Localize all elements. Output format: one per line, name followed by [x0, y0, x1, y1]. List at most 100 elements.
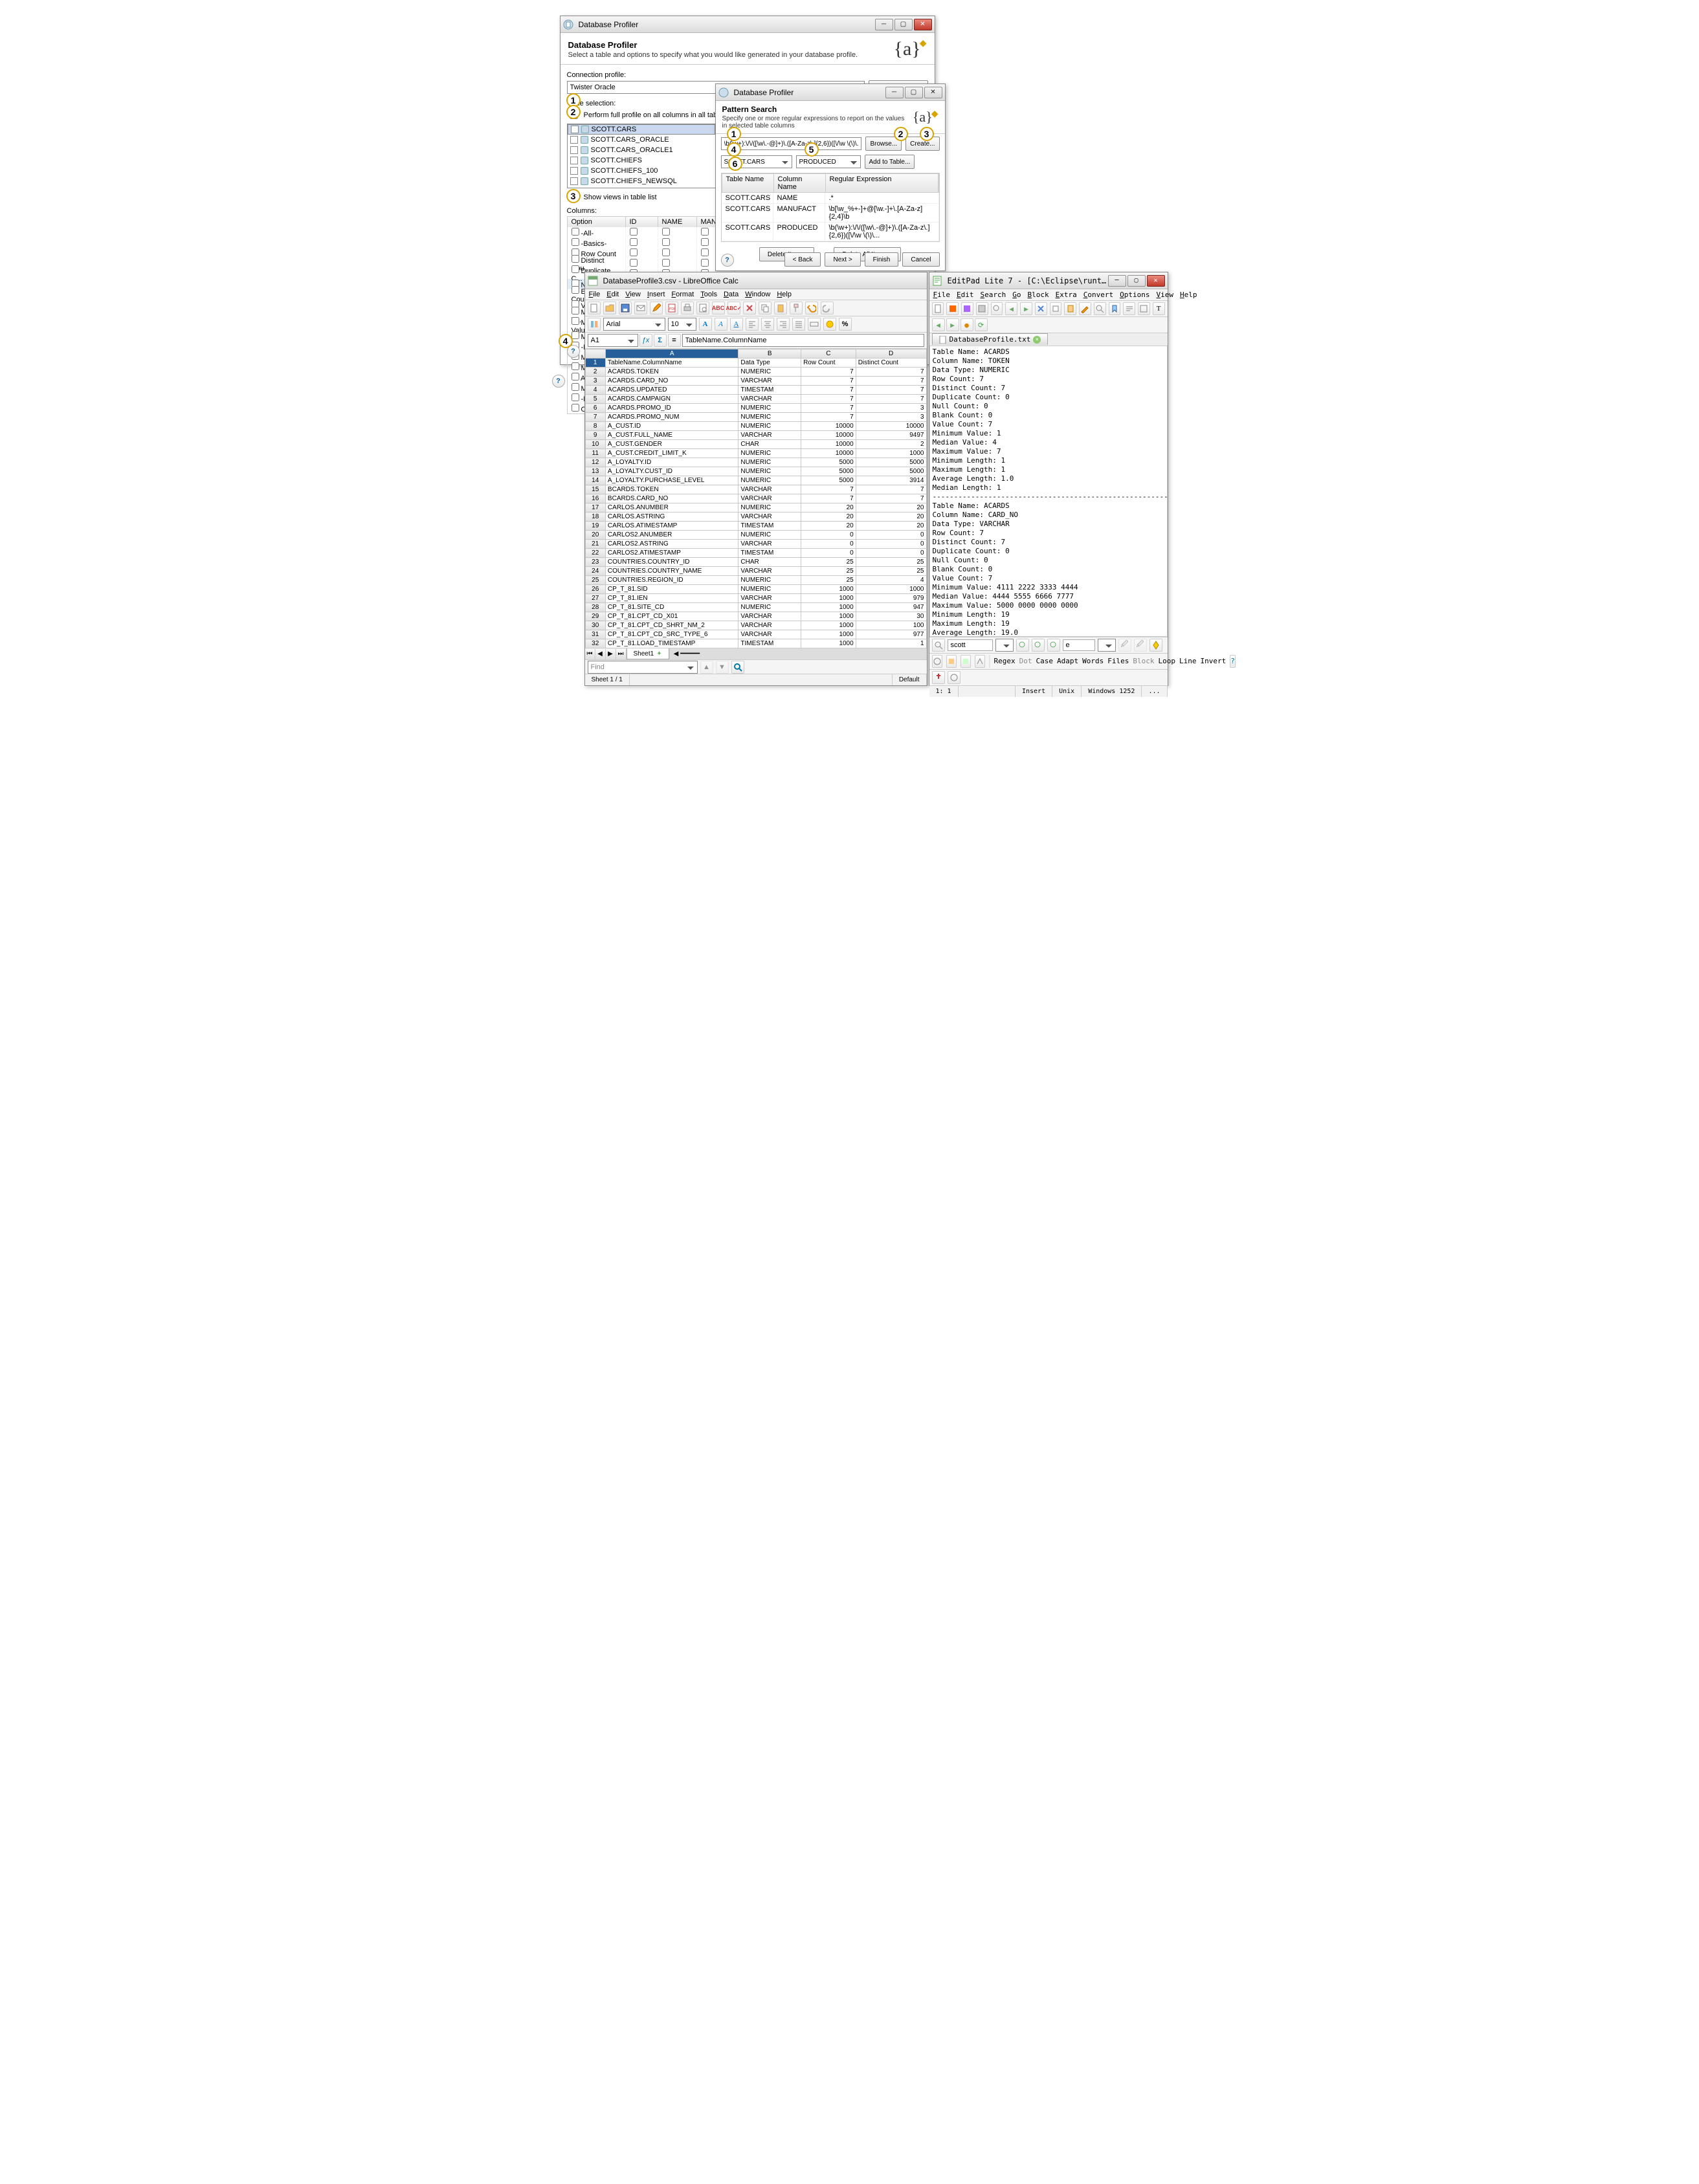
next-button[interactable]: Next >	[825, 252, 860, 267]
option-row[interactable]: -All-	[568, 227, 735, 237]
find-input[interactable]: Find	[588, 661, 698, 674]
saveall-icon[interactable]	[976, 302, 988, 315]
cell-ref[interactable]: A1	[588, 334, 638, 347]
find-prev-icon[interactable]: ▲	[700, 661, 713, 674]
font-select[interactable]: Arial	[603, 318, 665, 331]
file-tab[interactable]: DatabaseProfile.txt ×	[932, 333, 1049, 345]
undo-icon[interactable]	[805, 302, 818, 314]
print-icon[interactable]	[681, 302, 694, 314]
styles-icon[interactable]	[588, 318, 601, 331]
menu-view[interactable]: View	[625, 291, 641, 298]
back-button[interactable]: < Back	[784, 252, 821, 267]
replace-history[interactable]	[1098, 639, 1116, 652]
italic-icon[interactable]: A	[715, 318, 727, 331]
menu-insert[interactable]: Insert	[647, 291, 665, 298]
help-icon-outer[interactable]: ?	[552, 375, 565, 388]
line-toggle[interactable]: Line	[1179, 657, 1197, 665]
find-input[interactable]	[948, 639, 993, 651]
align-center-icon[interactable]	[761, 318, 774, 331]
menu-help[interactable]: Help	[777, 291, 792, 298]
adapt-toggle[interactable]: Adapt	[1057, 657, 1078, 665]
nav-home-icon[interactable]: ●	[961, 318, 973, 331]
option-row[interactable]: -Basics-	[568, 237, 735, 248]
regex-input[interactable]	[721, 137, 862, 150]
new-icon[interactable]	[932, 302, 944, 315]
menu-tools[interactable]: Tools	[700, 291, 717, 298]
paste-icon[interactable]	[774, 302, 787, 314]
menu-block[interactable]: Block	[1028, 291, 1049, 299]
pattern-row[interactable]: SCOTT.CARSNAME.*	[722, 193, 939, 204]
close-button[interactable]: ✕	[924, 87, 942, 98]
font-icon[interactable]: T	[1153, 302, 1165, 315]
case-toggle[interactable]: Case	[1036, 657, 1054, 665]
highlight-icon[interactable]	[1149, 639, 1162, 652]
find-prev-icon[interactable]	[1032, 639, 1045, 652]
menu-help[interactable]: Help	[1180, 291, 1197, 299]
minimize-button[interactable]: ─	[885, 87, 904, 98]
close-button[interactable]: ✕	[914, 19, 932, 30]
print-icon[interactable]	[991, 302, 1003, 315]
menu-format[interactable]: Format	[671, 291, 694, 298]
table-item[interactable]: SCOTT.CHIEFS	[568, 155, 715, 166]
add-to-table-button[interactable]: Add to Table...	[865, 155, 915, 169]
align-justify-icon[interactable]	[792, 318, 805, 331]
format-paint-icon[interactable]	[790, 302, 803, 314]
bookmark-icon[interactable]	[1109, 302, 1121, 315]
first-sheet-icon[interactable]: ⏮	[585, 649, 595, 659]
menu-file[interactable]: File	[589, 291, 601, 298]
align-left-icon[interactable]	[746, 318, 759, 331]
pdf-icon[interactable]: PDF	[665, 302, 678, 314]
menu-data[interactable]: Data	[724, 291, 738, 298]
abc-icon[interactable]: ABC✓	[727, 302, 740, 314]
menu-bar[interactable]: File Edit View Insert Format Tools Data …	[585, 289, 927, 300]
replace-input[interactable]	[1063, 639, 1095, 651]
open-icon[interactable]	[603, 302, 616, 314]
menu-edit[interactable]: Edit	[606, 291, 619, 298]
sheet-tab[interactable]: Sheet1 ✦	[627, 648, 669, 659]
words-toggle[interactable]: Words	[1082, 657, 1104, 665]
nav-refresh-icon[interactable]: ⟳	[975, 318, 988, 331]
copy-icon[interactable]	[1050, 302, 1062, 315]
email-icon[interactable]	[634, 302, 647, 314]
table-item[interactable]: SCOTT.CARS_ORACLE	[568, 135, 715, 145]
merge-icon[interactable]	[808, 318, 821, 331]
maximize-button[interactable]: ▢	[894, 19, 913, 30]
files-toggle[interactable]: Files	[1107, 657, 1129, 665]
x3-icon[interactable]	[961, 655, 971, 668]
linenum-icon[interactable]	[1138, 302, 1150, 315]
invert-toggle[interactable]: Invert	[1201, 657, 1227, 665]
replace-all-icon[interactable]: 🖉	[1134, 639, 1147, 652]
spreadsheet[interactable]: ABCD1TableName.ColumnNameData TypeRow Co…	[585, 349, 927, 648]
edit-icon[interactable]	[1079, 302, 1091, 315]
tab-close-icon[interactable]: ×	[1033, 336, 1041, 344]
menu-extra[interactable]: Extra	[1056, 291, 1077, 299]
loop-toggle[interactable]: Loop	[1159, 657, 1176, 665]
table-item[interactable]: SCOTT.CARS	[568, 124, 715, 135]
replace-icon[interactable]: 🖉	[1118, 639, 1131, 652]
pattern-row[interactable]: SCOTT.CARSPRODUCED\b(\w+):\/\/([\w\.-@]+…	[722, 223, 939, 241]
x5-icon[interactable]	[989, 655, 990, 668]
regex-help-icon[interactable]: ?	[1230, 655, 1236, 668]
nav-fwd-icon[interactable]: ▶	[946, 318, 959, 331]
menu-convert[interactable]: Convert	[1083, 291, 1113, 299]
column-select[interactable]: PRODUCED	[796, 155, 861, 168]
menu-view[interactable]: View	[1157, 291, 1174, 299]
table-item[interactable]: SCOTT.CHIEFS_NEWSQL	[568, 176, 715, 186]
edit-icon[interactable]	[650, 302, 663, 314]
find-history[interactable]	[995, 639, 1014, 652]
maximize-button[interactable]: ▢	[1127, 275, 1146, 287]
fwd-icon[interactable]: ▶	[1020, 302, 1032, 315]
close-button[interactable]: ✕	[1147, 275, 1165, 287]
dot-toggle[interactable]: Dot	[1019, 657, 1032, 665]
finish-button[interactable]: Finish	[865, 252, 899, 267]
x1-icon[interactable]	[932, 655, 942, 668]
minimize-button[interactable]: ─	[1108, 275, 1126, 287]
wrap-icon[interactable]	[1123, 302, 1135, 315]
preview-icon[interactable]	[696, 302, 709, 314]
menu-go[interactable]: Go	[1012, 291, 1021, 299]
spell-icon[interactable]: ABC	[712, 302, 725, 314]
x4-icon[interactable]	[975, 655, 985, 668]
table-item[interactable]: SCOTT.CARS_ORACLE1	[568, 145, 715, 155]
prev-sheet-icon[interactable]: ◀	[595, 649, 606, 659]
text-editor[interactable]: Table Name: ACARDS Column Name: TOKEN Da…	[929, 346, 1168, 637]
